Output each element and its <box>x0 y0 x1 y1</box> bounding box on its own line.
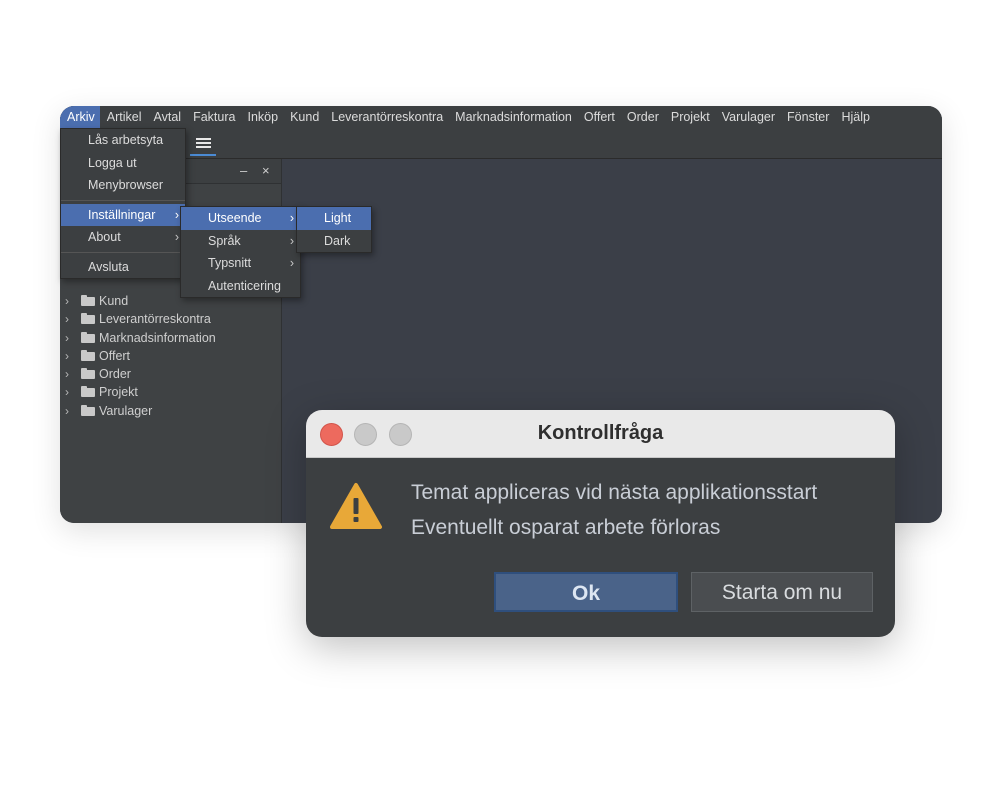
menu-item-typsnitt[interactable]: Typsnitt › <box>181 252 300 275</box>
chevron-right-icon[interactable]: › <box>65 329 69 347</box>
chevron-right-icon: › <box>289 211 294 225</box>
chevron-right-icon[interactable]: › <box>65 383 69 401</box>
menu-bar: Arkiv Artikel Avtal Faktura Inköp Kund L… <box>60 106 942 128</box>
menu-item-dark[interactable]: Dark <box>297 230 371 253</box>
chevron-right-icon[interactable]: › <box>65 402 69 420</box>
menu-inkop[interactable]: Inköp <box>240 106 283 128</box>
menu-item-installningar[interactable]: Inställningar › <box>61 203 185 226</box>
folder-icon <box>81 386 95 398</box>
menu-item-label: Inställningar <box>88 207 156 222</box>
dialog-message-line2: Eventuellt osparat arbete förloras <box>411 516 721 539</box>
toolbar <box>60 128 942 159</box>
minimize-icon[interactable]: – <box>240 163 247 178</box>
tree-item-label: Kund <box>99 294 129 308</box>
tree-item-marknadsinformation[interactable]: › Marknadsinformation <box>60 329 281 347</box>
menu-item-las-arbetsyta[interactable]: Lås arbetsyta <box>61 129 185 152</box>
tree-item-label: Marknadsinformation <box>99 330 216 345</box>
menu-order[interactable]: Order <box>620 106 664 128</box>
menu-leverantorreskontra[interactable]: Leverantörreskontra <box>324 106 448 128</box>
menu-item-logga-ut[interactable]: Logga ut <box>61 152 185 175</box>
ok-button[interactable]: Ok <box>494 572 678 612</box>
installningar-submenu: Utseende › Språk › Typsnitt › Autenticer… <box>180 206 301 298</box>
dialog-message-line1: Temat appliceras vid nästa applikationss… <box>411 481 818 504</box>
chevron-right-icon[interactable]: › <box>65 310 69 328</box>
folder-icon <box>81 295 95 306</box>
menu-fonster[interactable]: Fönster <box>780 106 834 128</box>
menu-item-utseende[interactable]: Utseende › <box>181 207 300 230</box>
menu-separator <box>61 251 185 253</box>
tree-item-projekt[interactable]: › Projekt <box>60 383 281 401</box>
folder-icon <box>81 349 95 361</box>
warning-icon <box>330 483 382 529</box>
chevron-right-icon[interactable]: › <box>65 365 69 383</box>
menu-item-avsluta[interactable]: Avsluta <box>61 256 185 279</box>
menu-item-sprak[interactable]: Språk › <box>181 230 300 253</box>
tree-item-offert[interactable]: › Offert <box>60 347 281 365</box>
tree-item-label: Leverantörreskontra <box>99 312 211 327</box>
menu-faktura[interactable]: Faktura <box>186 106 240 128</box>
tree-item-label: Order <box>99 367 131 382</box>
menu-item-light[interactable]: Light <box>297 207 371 230</box>
arkiv-dropdown: Lås arbetsyta Logga ut Menybrowser Instä… <box>60 128 186 279</box>
folder-icon <box>81 331 95 343</box>
folder-icon <box>81 404 95 416</box>
folder-icon <box>81 313 95 325</box>
menu-arkiv[interactable]: Arkiv <box>60 106 100 128</box>
menu-item-menybrowser[interactable]: Menybrowser <box>61 174 185 197</box>
menu-item-label: Språk <box>208 233 241 248</box>
dialog-titlebar: Kontrollfråga <box>306 410 895 458</box>
utseende-submenu: Light Dark <box>296 206 372 253</box>
tree-item-varulager[interactable]: › Varulager <box>60 402 281 420</box>
close-icon[interactable]: × <box>262 163 270 178</box>
menu-item-label: About <box>88 230 121 244</box>
menu-avtal[interactable]: Avtal <box>147 106 187 128</box>
chevron-right-icon[interactable]: › <box>65 347 69 365</box>
menu-varulager[interactable]: Varulager <box>715 106 780 128</box>
menu-item-autenticering[interactable]: Autenticering <box>181 275 300 298</box>
module-tree: › Kund › Leverantörreskontra › Marknadsi… <box>60 292 281 420</box>
menu-separator <box>61 199 185 201</box>
menu-marknadsinformation[interactable]: Marknadsinformation <box>448 106 577 128</box>
menu-artikel[interactable]: Artikel <box>100 106 147 128</box>
hamburger-menu-icon[interactable] <box>190 132 216 156</box>
menu-hjalp[interactable]: Hjälp <box>834 106 875 128</box>
menu-offert[interactable]: Offert <box>577 106 620 128</box>
folder-icon <box>81 368 95 380</box>
chevron-right-icon: › <box>289 256 294 270</box>
confirmation-dialog: Kontrollfråga Temat appliceras vid nästa… <box>306 410 895 637</box>
tree-item-label: Projekt <box>99 385 138 400</box>
dialog-title: Kontrollfråga <box>537 422 664 444</box>
menu-item-about[interactable]: About › <box>61 226 185 249</box>
menu-kund[interactable]: Kund <box>283 106 324 128</box>
restart-now-button[interactable]: Starta om nu <box>691 572 873 612</box>
chevron-right-icon[interactable]: › <box>65 292 69 310</box>
tree-item-order[interactable]: › Order <box>60 365 281 383</box>
menu-projekt[interactable]: Projekt <box>664 106 715 128</box>
tree-item-label: Varulager <box>99 403 153 418</box>
tree-item-label: Offert <box>99 348 131 363</box>
chevron-right-icon: › <box>174 207 179 222</box>
menu-item-label: Utseende <box>208 211 262 225</box>
chevron-right-icon: › <box>174 230 179 244</box>
menu-item-label: Typsnitt <box>208 256 252 270</box>
tree-item-leverantorreskontra[interactable]: › Leverantörreskontra <box>60 310 281 328</box>
chevron-right-icon: › <box>289 233 294 248</box>
